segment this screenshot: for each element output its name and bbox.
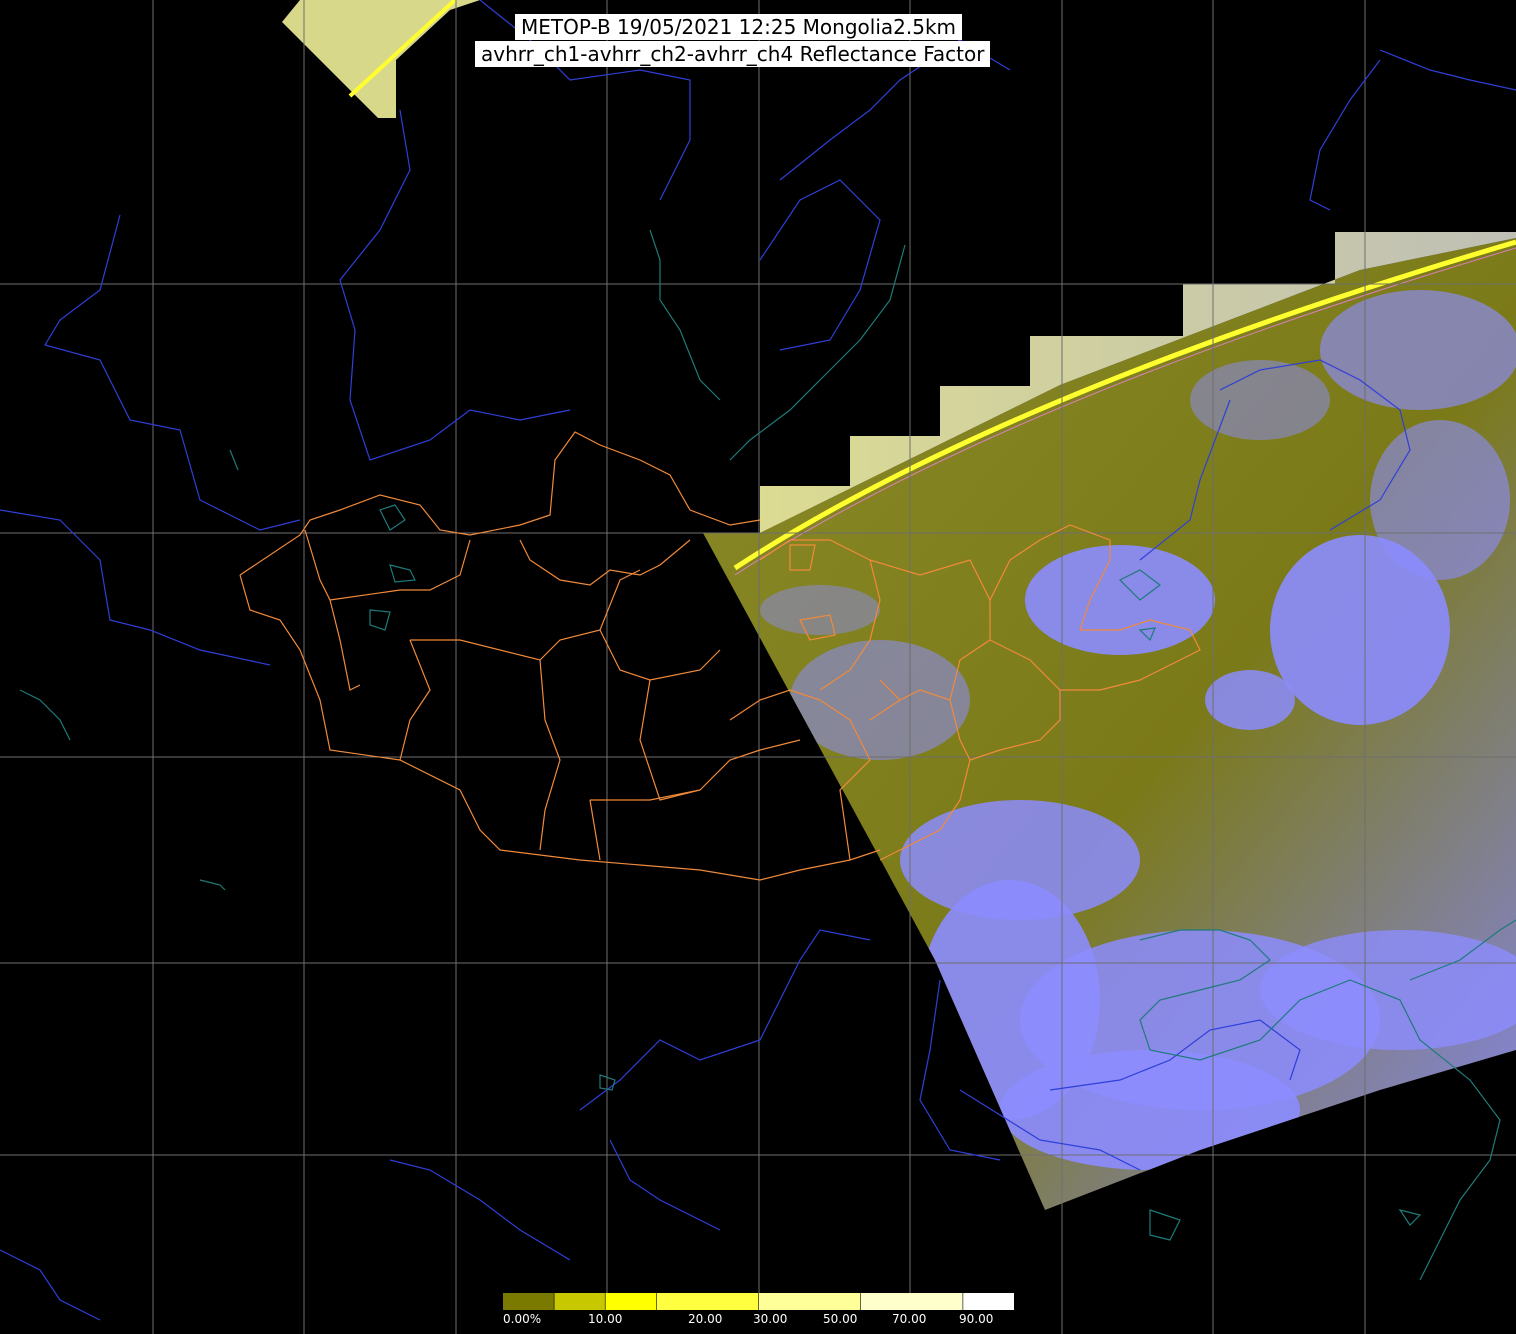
colorbar bbox=[503, 1293, 1014, 1310]
map-title-line2: avhrr_ch1-avhrr_ch2-avhrr_ch4 Reflectanc… bbox=[475, 41, 991, 67]
satellite-swath bbox=[282, 0, 1516, 1210]
colorbar-segment bbox=[554, 1293, 606, 1310]
colorbar-segment bbox=[503, 1293, 555, 1310]
colorbar-segment bbox=[758, 1293, 861, 1310]
colorbar-segment bbox=[656, 1293, 759, 1310]
colorbar-legend: 0.00% 10.00 20.00 30.00 50.00 70.00 90.0… bbox=[503, 1293, 1014, 1334]
colorbar-segment bbox=[605, 1293, 657, 1310]
colorbar-label-90: 90.00 bbox=[959, 1312, 994, 1326]
satellite-map bbox=[0, 0, 1516, 1334]
colorbar-segment bbox=[860, 1293, 963, 1310]
colorbar-label-30: 30.00 bbox=[753, 1312, 788, 1326]
map-title-line1: METOP-B 19/05/2021 12:25 Mongolia2.5km bbox=[515, 14, 963, 40]
colorbar-label-0: 0.00% bbox=[503, 1312, 542, 1326]
colorbar-label-50: 50.00 bbox=[823, 1312, 858, 1326]
colorbar-label-20: 20.00 bbox=[688, 1312, 723, 1326]
colorbar-segment bbox=[962, 1293, 1014, 1310]
colorbar-label-10: 10.00 bbox=[588, 1312, 623, 1326]
colorbar-label-70: 70.00 bbox=[892, 1312, 927, 1326]
